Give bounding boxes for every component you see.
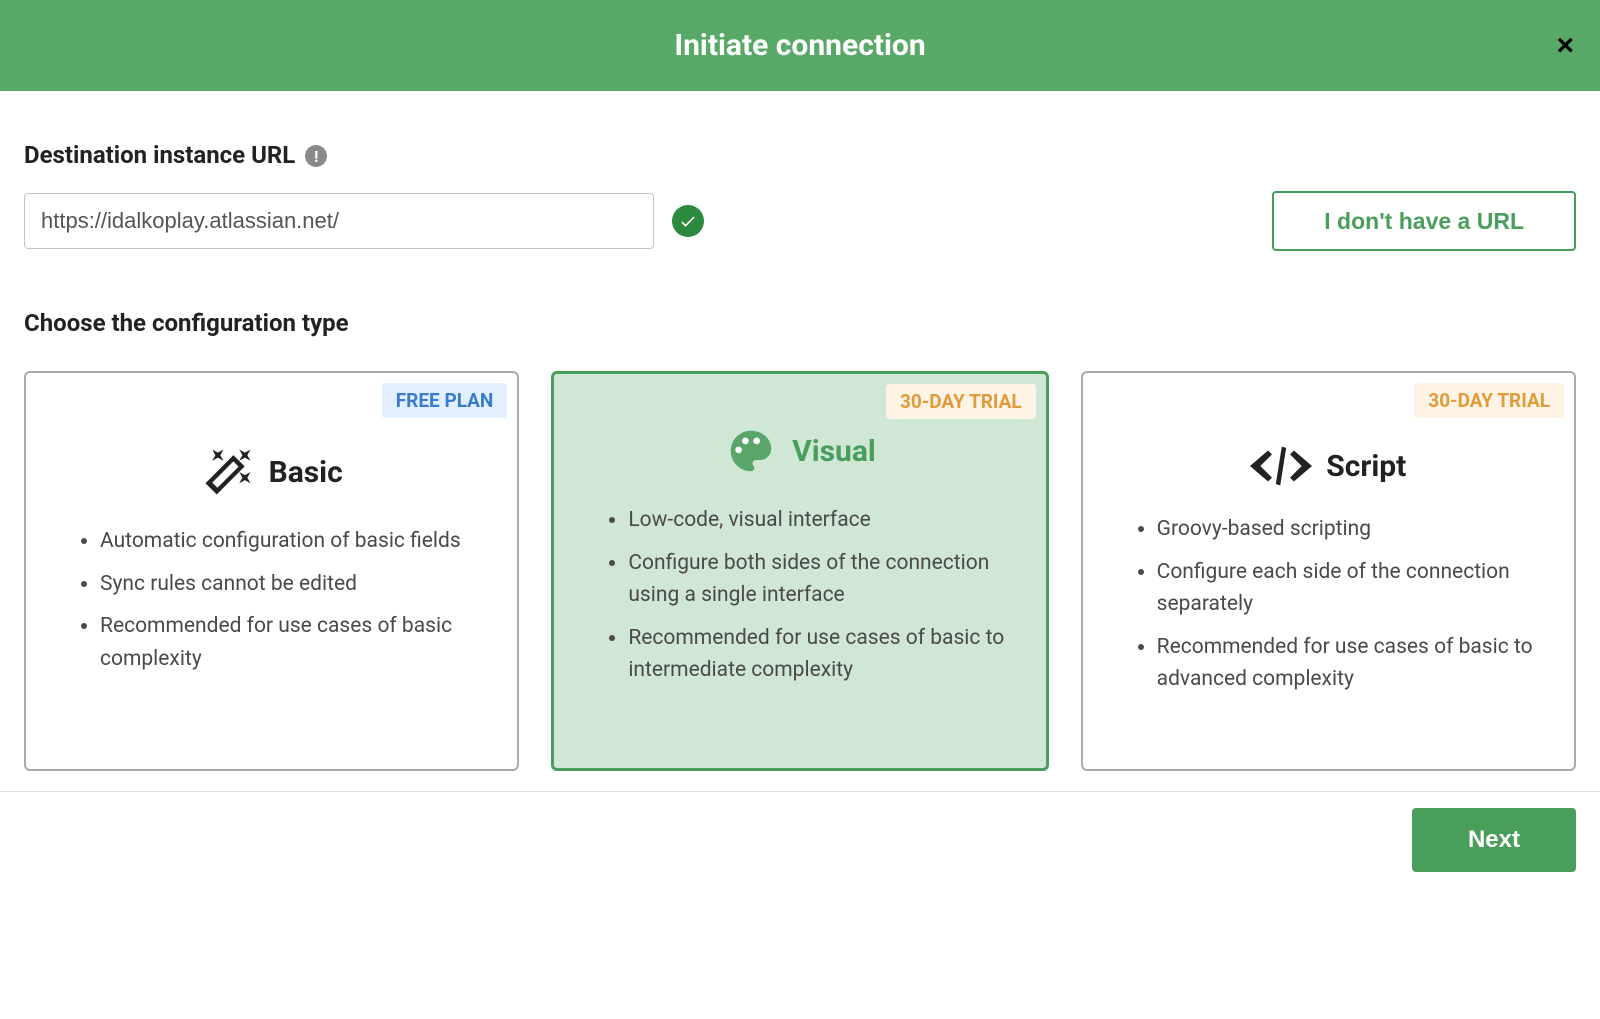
- card-point: Groovy-based scripting: [1157, 513, 1538, 546]
- modal-body: Destination instance URL ! I don't have …: [0, 91, 1600, 791]
- card-points-script: Groovy-based scripting Configure each si…: [1099, 513, 1558, 696]
- config-card-visual[interactable]: 30-DAY TRIAL Visual Low-code, visual int…: [551, 371, 1048, 771]
- destination-url-input[interactable]: [24, 193, 654, 249]
- modal-title: Initiate connection: [674, 28, 925, 63]
- card-point: Configure each side of the connection se…: [1157, 556, 1538, 621]
- card-title-basic: Basic: [269, 455, 343, 490]
- code-icon: [1250, 445, 1312, 487]
- card-point: Configure both sides of the connection u…: [628, 547, 1009, 612]
- wand-icon: [201, 445, 255, 499]
- card-title-script: Script: [1326, 449, 1406, 484]
- badge-free-plan: FREE PLAN: [382, 383, 508, 418]
- config-card-basic[interactable]: FREE PLAN Basic Automatic configuration …: [24, 371, 519, 771]
- card-title-visual: Visual: [792, 434, 876, 469]
- next-button-label: Next: [1468, 826, 1520, 853]
- card-points-visual: Low-code, visual interface Configure bot…: [570, 504, 1029, 687]
- card-point: Recommended for use cases of basic to in…: [628, 622, 1009, 687]
- card-point: Sync rules cannot be edited: [100, 568, 481, 601]
- card-points-basic: Automatic configuration of basic fields …: [42, 525, 501, 675]
- modal-header: Initiate connection ×: [0, 0, 1600, 91]
- config-card-script[interactable]: 30-DAY TRIAL Script Groovy-based scripti…: [1081, 371, 1576, 771]
- destination-url-label-text: Destination instance URL: [24, 141, 295, 169]
- destination-url-label: Destination instance URL !: [24, 141, 327, 169]
- palette-icon: [724, 424, 778, 478]
- no-url-label: I don't have a URL: [1324, 208, 1524, 234]
- config-cards-container: FREE PLAN Basic Automatic configuration …: [24, 371, 1576, 771]
- card-point: Recommended for use cases of basic compl…: [100, 610, 481, 675]
- close-icon: ×: [1556, 29, 1574, 62]
- card-point: Automatic configuration of basic fields: [100, 525, 481, 558]
- next-button[interactable]: Next: [1412, 808, 1576, 872]
- info-icon[interactable]: !: [305, 145, 327, 167]
- badge-trial: 30-DAY TRIAL: [886, 384, 1036, 419]
- url-row: I don't have a URL: [24, 191, 1576, 251]
- badge-trial: 30-DAY TRIAL: [1414, 383, 1564, 418]
- modal-footer: Next: [0, 791, 1600, 912]
- close-button[interactable]: ×: [1556, 31, 1574, 61]
- card-header-script: Script: [1099, 445, 1558, 487]
- card-point: Low-code, visual interface: [628, 504, 1009, 537]
- card-header-basic: Basic: [42, 445, 501, 499]
- config-type-title: Choose the configuration type: [24, 309, 1576, 337]
- no-url-button[interactable]: I don't have a URL: [1272, 191, 1576, 251]
- card-header-visual: Visual: [570, 424, 1029, 478]
- card-point: Recommended for use cases of basic to ad…: [1157, 631, 1538, 696]
- checkmark-icon: [672, 205, 704, 237]
